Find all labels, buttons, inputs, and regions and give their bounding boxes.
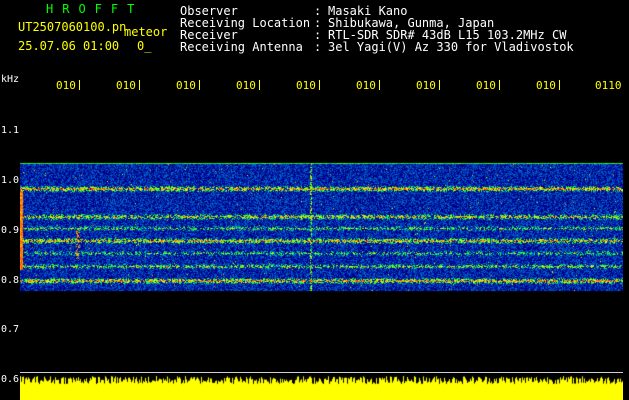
x-tick-mark xyxy=(139,80,140,90)
y-tick-label: 0.6 xyxy=(1,374,20,385)
x-tick-mark xyxy=(439,80,440,90)
x-tick-mark xyxy=(259,80,260,90)
y-tick-label: 0.9 xyxy=(1,225,20,236)
antenna-value: 3el Yagi(V) Az 330 for Vladivostok xyxy=(328,40,574,54)
spectrogram-waterfall xyxy=(20,160,623,296)
power-level-bar xyxy=(20,374,623,400)
x-tick-label: 010 xyxy=(116,79,136,92)
x-tick-label: 010 xyxy=(296,79,316,92)
x-tick-mark xyxy=(379,80,380,90)
y-tick-label: 1.1 xyxy=(1,125,20,136)
y-tick-label: 0.8 xyxy=(1,275,20,286)
hrofft-window: HROFFT UT2507060100.pn meteor 25.07.06 0… xyxy=(0,0,629,400)
date-time: 25.07.06 01:00 xyxy=(18,39,120,53)
x-tick-label: 010 xyxy=(476,79,496,92)
counter-label: 0_ xyxy=(137,39,152,53)
x-tick-label: 010 xyxy=(176,79,196,92)
y-axis-unit: kHz xyxy=(1,74,20,85)
x-tick-mark xyxy=(499,80,500,90)
x-tick-label: 010 xyxy=(236,79,256,92)
x-tick-mark xyxy=(559,80,560,90)
y-tick-label: 0.7 xyxy=(1,324,20,335)
baseline-divider xyxy=(20,372,623,373)
y-tick-label: 1.0 xyxy=(1,175,20,186)
x-tick-mark xyxy=(199,80,200,90)
x-tick-mark xyxy=(79,80,80,90)
x-tick-label: 0110 xyxy=(595,79,622,92)
mode-label: meteor xyxy=(124,25,168,39)
x-tick-label: 010 xyxy=(356,79,376,92)
antenna-sep: : xyxy=(314,40,322,54)
x-tick-mark xyxy=(319,80,320,90)
x-tick-label: 010 xyxy=(56,79,76,92)
x-tick-label: 010 xyxy=(536,79,556,92)
antenna-key: Receiving Antenna xyxy=(180,40,303,54)
x-tick-label: 010 xyxy=(416,79,436,92)
app-brand: HROFFT xyxy=(46,2,144,16)
file-name: UT2507060100.pn xyxy=(18,20,127,34)
